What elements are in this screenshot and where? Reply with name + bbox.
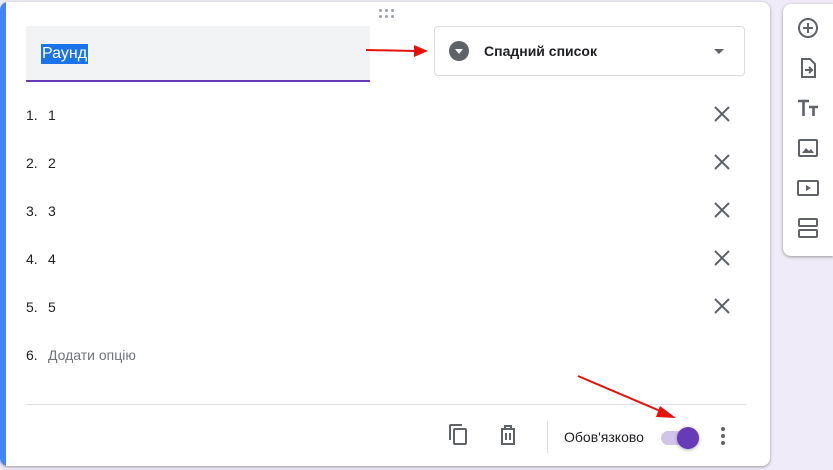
close-icon[interactable] — [711, 199, 733, 221]
option-number: 2. — [26, 155, 38, 171]
question-type-dropdown[interactable]: Спадний список — [434, 26, 745, 76]
close-icon[interactable] — [711, 151, 733, 173]
import-questions-icon[interactable] — [796, 56, 820, 80]
question-title-value: Раунд — [41, 44, 89, 64]
option-number: 6. — [26, 347, 38, 363]
add-image-icon[interactable] — [796, 136, 820, 160]
add-option-row[interactable]: 6. Додати опцію — [26, 343, 136, 367]
drag-handle-icon[interactable] — [379, 8, 395, 20]
dropdown-circle-icon — [449, 41, 469, 61]
required-toggle[interactable] — [661, 427, 699, 449]
option-row[interactable]: 1. 1 — [26, 103, 56, 127]
question-title-input[interactable]: Раунд — [26, 26, 370, 82]
option-row[interactable]: 5. 5 — [26, 295, 56, 319]
close-icon[interactable] — [711, 103, 733, 125]
option-text[interactable]: 4 — [48, 247, 56, 271]
footer-divider — [26, 404, 746, 405]
chevron-down-icon — [714, 49, 724, 54]
option-row[interactable]: 4. 4 — [26, 247, 56, 271]
close-icon[interactable] — [711, 247, 733, 269]
toggle-thumb — [677, 427, 699, 449]
footer-separator — [547, 421, 548, 453]
option-text[interactable]: 3 — [48, 199, 56, 223]
more-vert-icon[interactable] — [712, 425, 734, 447]
question-card[interactable]: Раунд Спадний список 1. 1 2. 2 3. 3 4. 4 5. 5… — [0, 2, 770, 466]
option-number: 5. — [26, 299, 38, 315]
option-number: 1. — [26, 107, 38, 123]
option-text[interactable]: 5 — [48, 295, 56, 319]
required-label: Обов'язково — [564, 429, 644, 445]
option-text[interactable]: 2 — [48, 151, 56, 175]
add-option-link[interactable]: Додати опцію — [48, 343, 136, 367]
close-icon[interactable] — [711, 295, 733, 317]
option-text[interactable]: 1 — [48, 103, 56, 127]
add-video-icon[interactable] — [796, 176, 820, 200]
option-number: 4. — [26, 251, 38, 267]
option-number: 3. — [26, 203, 38, 219]
add-section-icon[interactable] — [796, 216, 820, 240]
add-title-icon[interactable] — [796, 96, 820, 120]
card-focus-bar — [0, 2, 6, 466]
option-row[interactable]: 3. 3 — [26, 199, 56, 223]
trash-icon[interactable] — [495, 422, 521, 448]
side-toolbar — [783, 4, 833, 256]
option-row[interactable]: 2. 2 — [26, 151, 56, 175]
add-question-icon[interactable] — [796, 16, 820, 40]
question-type-label: Спадний список — [484, 43, 597, 59]
copy-icon[interactable] — [446, 422, 472, 448]
